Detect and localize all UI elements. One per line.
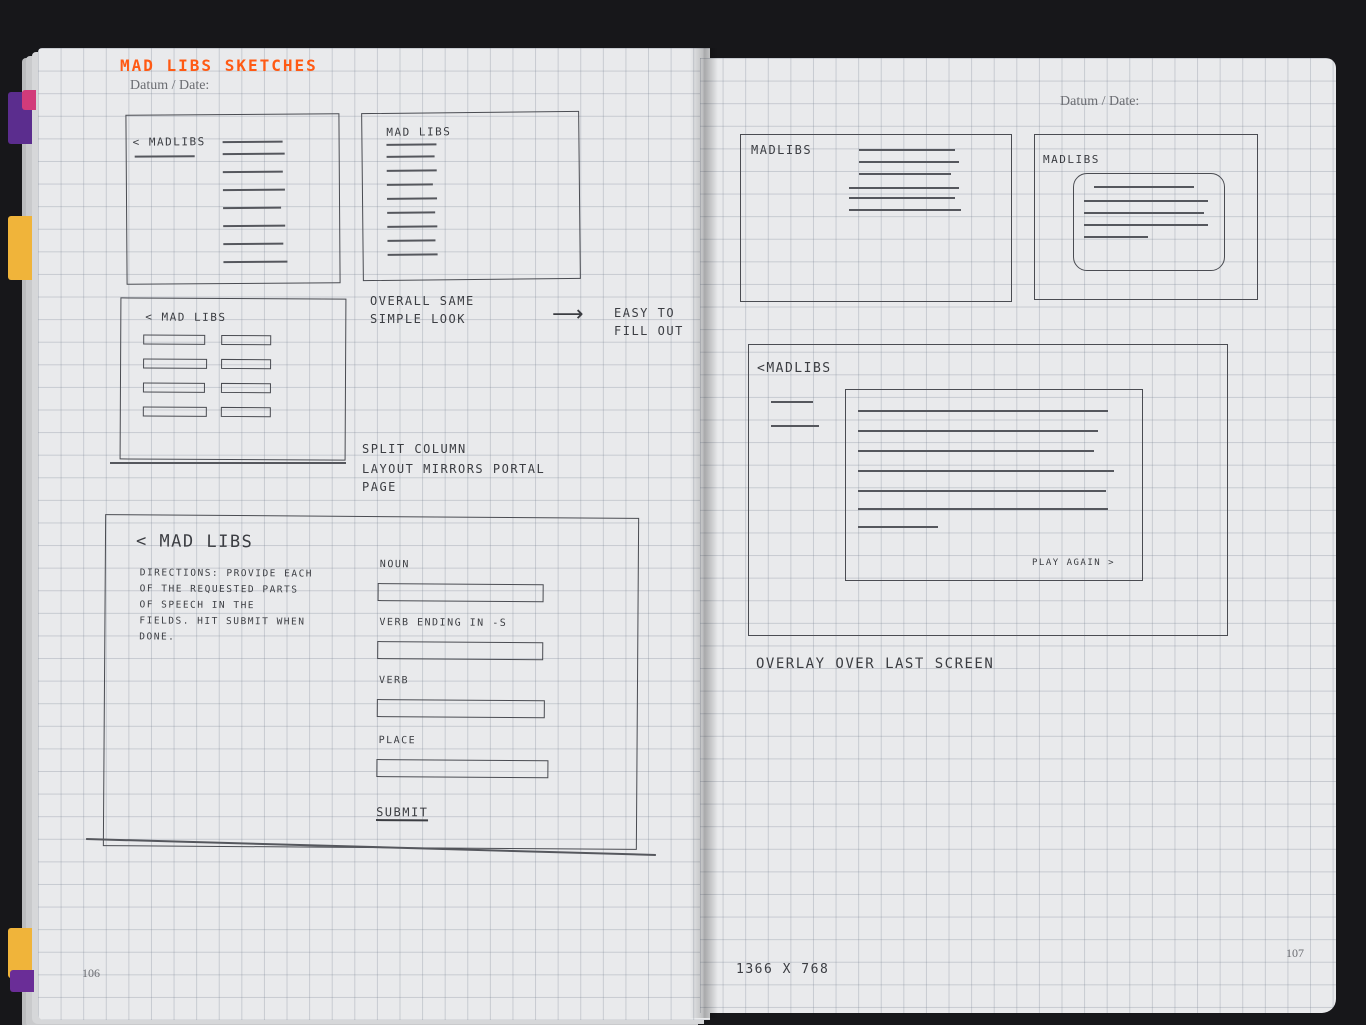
sketch-line [849, 197, 955, 199]
sketch-line [386, 169, 437, 172]
sketch-line [849, 187, 959, 189]
notebook-gutter [690, 48, 718, 1018]
sketch-line [387, 253, 438, 256]
wireframe-sketch: < MADLIBS [125, 113, 341, 285]
verb-field-sketch [376, 699, 545, 719]
sketch-label: MADLIBS [751, 143, 813, 157]
note-text: FILL OUT [614, 324, 684, 338]
sketch-line [386, 143, 437, 146]
sketch-field [142, 406, 207, 417]
note-text: OVERALL SAME [370, 294, 475, 308]
sketch-line [223, 242, 284, 246]
form-directions: FIELDS. HIT SUBMIT WHEN [139, 615, 306, 628]
sketch-field [143, 334, 206, 345]
submit-button-sketch: SUBMIT [376, 805, 429, 822]
sketch-line [858, 410, 1108, 412]
page-number: 106 [82, 966, 100, 980]
wireframe-sketch: MADLIBS [740, 134, 1012, 302]
sketch-line [859, 149, 955, 151]
note-text: EASY TO [614, 306, 676, 320]
sketch-field [143, 358, 208, 369]
field-label: PLACE [378, 735, 417, 747]
date-label: Datum / Date: [1060, 94, 1140, 109]
sketch-line [1084, 224, 1208, 226]
sketch-field [220, 382, 271, 394]
sketch-field [221, 334, 272, 346]
sketch-line [134, 155, 195, 158]
sketch-line [222, 170, 283, 174]
field-label: VERB [378, 675, 410, 687]
form-directions: OF THE REQUESTED PARTS [139, 583, 299, 596]
form-directions: OF SPEECH IN THE [139, 599, 256, 612]
date-label: Datum / Date: [130, 78, 210, 93]
sketch-line [387, 211, 436, 214]
sketch-field [221, 358, 272, 370]
sketch-line [386, 183, 433, 186]
bookmark-tab [22, 90, 36, 110]
sketch-line [222, 152, 285, 156]
bookmark-tab [8, 216, 32, 280]
sketch-line [858, 470, 1114, 472]
sketch-label: MAD LIBS [386, 125, 452, 139]
sketch-line [387, 197, 438, 200]
note-text: SPLIT COLUMN [362, 442, 467, 456]
sketch-line [771, 401, 813, 403]
wireframe-form-sketch: < MAD LIBS DIRECTIONS: PROVIDE EACH OF T… [102, 514, 640, 850]
sketch-line [858, 490, 1106, 492]
sketch-line [223, 224, 286, 228]
sketch-line [858, 430, 1098, 432]
sketch-line [1084, 236, 1148, 238]
sketch-field [220, 406, 271, 418]
note-text: SIMPLE LOOK [370, 312, 466, 326]
wireframe-sketch: MAD LIBS [361, 110, 581, 282]
sketch-line [110, 462, 346, 464]
sketch-line [222, 140, 283, 144]
wireframe-sketch: MADLIBS [1034, 134, 1258, 300]
sketch-line [858, 508, 1108, 510]
bookmark-tab [10, 970, 34, 992]
sketch-line [859, 173, 951, 175]
sketch-line [223, 260, 288, 264]
sketch-label: < MADLIBS [132, 135, 206, 149]
field-label: NOUN [379, 559, 410, 571]
overlay-modal-sketch [1073, 173, 1225, 271]
field-label: VERB ENDING IN -S [379, 617, 508, 629]
note-text: OVERLAY OVER LAST SCREEN [756, 656, 995, 672]
form-directions: DONE. [139, 631, 176, 643]
noun-field-sketch [377, 583, 544, 603]
wireframe-sketch: < MAD LIBS [119, 297, 347, 461]
verb-s-field-sketch [377, 641, 544, 661]
page-title: MAD LIBS SKETCHES [120, 56, 318, 75]
note-text: 1366 x 768 [736, 962, 830, 977]
sketch-line [1084, 212, 1204, 214]
sketch-line [387, 239, 436, 242]
note-text: LAYOUT MIRRORS PORTAL [362, 462, 546, 476]
place-field-sketch [376, 759, 549, 779]
sketch-field [142, 382, 205, 393]
sketch-label: < MAD LIBS [145, 310, 227, 324]
sketch-line [386, 155, 435, 158]
sketch-line [859, 161, 959, 163]
page-number: 107 [1286, 946, 1304, 960]
note-text: PAGE [362, 480, 397, 494]
wireframe-overlay-sketch: <MADLIBS PLAY AGAIN > [748, 344, 1228, 636]
arrow-right-icon: ⟶ [552, 302, 584, 327]
overlay-modal-sketch: PLAY AGAIN > [845, 389, 1143, 581]
sketch-line [1094, 186, 1194, 188]
sketch-line [387, 225, 438, 228]
sketch-line [849, 209, 961, 211]
sketch-line [223, 206, 282, 210]
play-again-button-sketch: PLAY AGAIN > [1032, 558, 1116, 568]
sketch-label: <MADLIBS [757, 361, 832, 376]
sketch-line [771, 425, 819, 427]
form-title: < MAD LIBS [135, 531, 254, 553]
sketch-line [858, 526, 938, 528]
sketch-label: MADLIBS [1043, 153, 1100, 166]
sketch-line [858, 450, 1094, 452]
form-directions: DIRECTIONS: PROVIDE EACH [139, 567, 314, 580]
sketch-line [222, 188, 285, 192]
sketch-line [1084, 200, 1208, 202]
